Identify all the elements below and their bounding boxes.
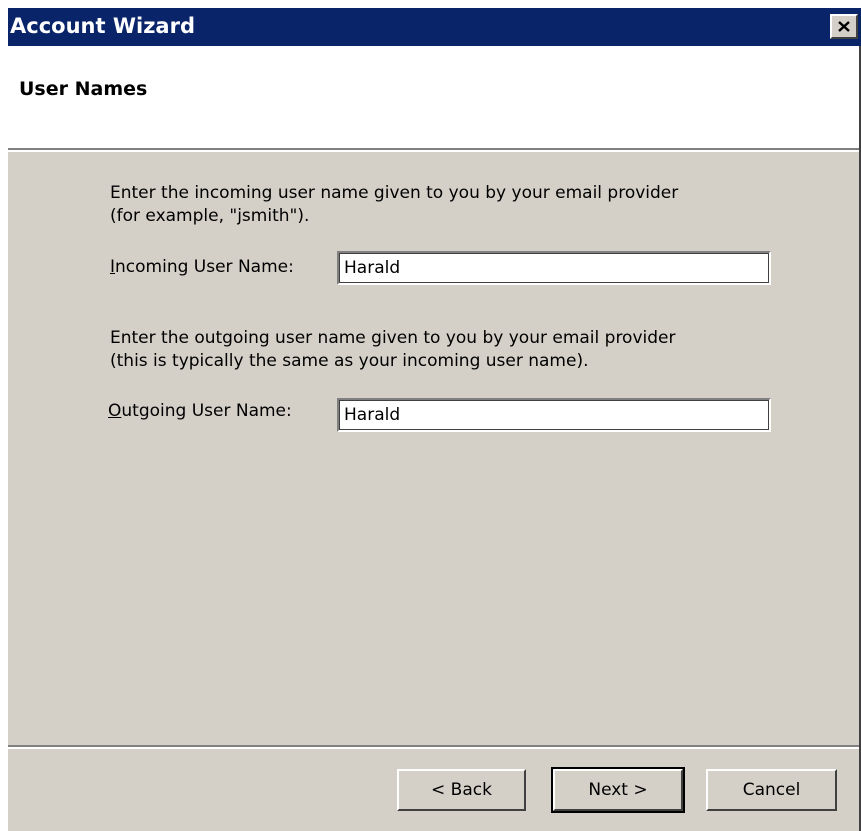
cancel-button[interactable]: Cancel	[706, 769, 837, 811]
close-button[interactable]	[830, 14, 858, 39]
close-icon	[838, 21, 850, 32]
window-title: Account Wizard	[10, 14, 195, 38]
incoming-label-text: ncoming User Name:	[115, 257, 294, 277]
outgoing-description: Enter the outgoing user name given to yo…	[110, 328, 676, 371]
outgoing-user-name-input[interactable]	[337, 398, 771, 432]
next-button[interactable]: Next >	[551, 767, 685, 813]
incoming-user-name-label: Incoming User Name:	[110, 256, 294, 279]
outgoing-user-name-label: Outgoing User Name:	[108, 400, 292, 423]
window-left-edge	[0, 46, 8, 831]
incoming-description: Enter the incoming user name given to yo…	[110, 183, 679, 226]
account-wizard-window: Account Wizard User Names Enter the inco…	[0, 0, 861, 831]
back-button[interactable]: < Back	[397, 769, 526, 811]
outgoing-label-text: utgoing User Name:	[121, 401, 292, 421]
incoming-user-name-input[interactable]	[337, 251, 771, 285]
wizard-header: User Names	[8, 46, 861, 150]
page-title: User Names	[19, 78, 148, 100]
footer-divider-highlight	[8, 747, 861, 749]
title-bar: Account Wizard	[0, 0, 861, 46]
outgoing-label-accelerator: O	[108, 401, 122, 421]
wizard-content: Enter the incoming user name given to yo…	[8, 152, 861, 728]
